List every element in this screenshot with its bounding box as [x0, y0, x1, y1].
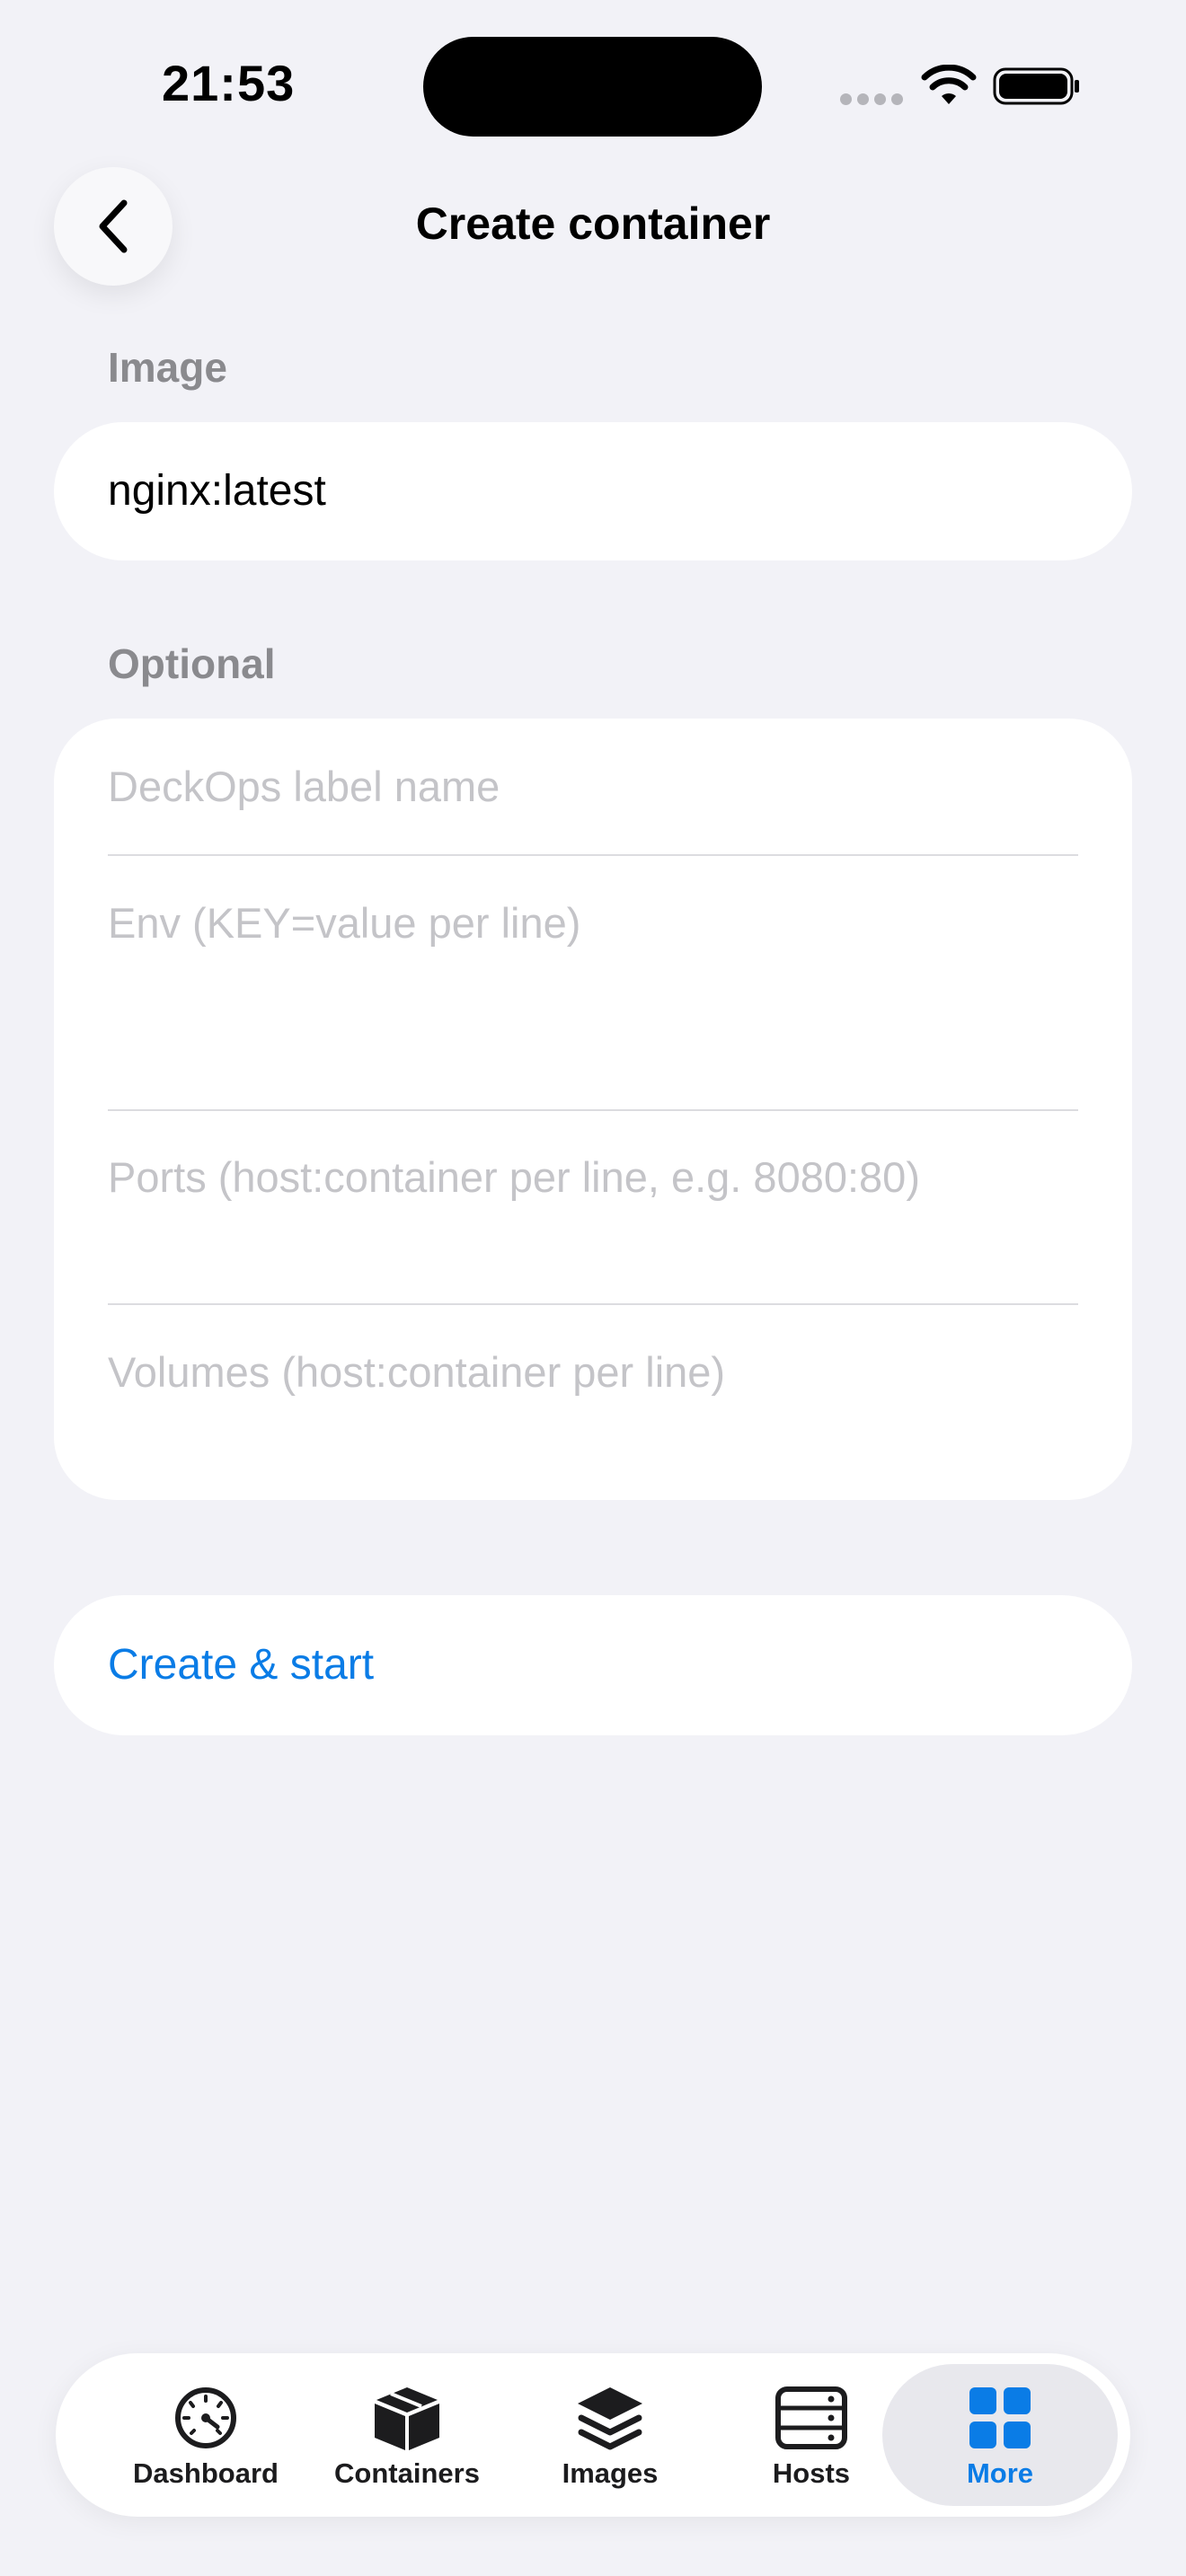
- tab-label: Images: [562, 2457, 659, 2489]
- grid-icon: [969, 2387, 1031, 2448]
- status-time: 21:53: [162, 55, 296, 111]
- optional-fields-card: DeckOps label name Env (KEY=value per li…: [54, 719, 1132, 1500]
- tab-label: Hosts: [772, 2457, 851, 2489]
- tab-images[interactable]: Images: [509, 2353, 712, 2517]
- tab-more[interactable]: More: [882, 2364, 1118, 2506]
- battery-icon: [993, 67, 1079, 105]
- gauge-icon: [175, 2387, 236, 2448]
- tab-label: Dashboard: [133, 2457, 279, 2489]
- divider: [108, 1109, 1078, 1111]
- env-field[interactable]: Env (KEY=value per line): [108, 898, 580, 948]
- image-section-header: Image: [108, 344, 227, 391]
- create-start-button[interactable]: Create & start: [54, 1595, 1132, 1735]
- optional-section-header: Optional: [108, 640, 276, 687]
- create-start-label: Create & start: [108, 1641, 375, 1689]
- dynamic-island: [423, 37, 762, 137]
- divider: [108, 1303, 1078, 1305]
- page-title: Create container: [415, 198, 771, 249]
- image-input-value: nginx:latest: [108, 467, 326, 515]
- server-icon: [775, 2386, 847, 2449]
- volumes-field[interactable]: Volumes (host:container per line): [108, 1347, 725, 1397]
- box-icon: [375, 2387, 439, 2450]
- divider: [108, 854, 1078, 856]
- tab-containers[interactable]: Containers: [305, 2353, 509, 2517]
- wifi-icon: [921, 65, 977, 104]
- layers-icon: [578, 2387, 642, 2450]
- image-input[interactable]: nginx:latest: [54, 422, 1132, 560]
- tab-dashboard[interactable]: Dashboard: [104, 2353, 307, 2517]
- tab-label: Containers: [334, 2457, 480, 2489]
- cellular-signal-icon: [840, 93, 903, 106]
- ports-field[interactable]: Ports (host:container per line, e.g. 808…: [108, 1152, 920, 1202]
- tab-bar: Dashboard Containers Images Hosts More: [56, 2353, 1130, 2517]
- label-name-field[interactable]: DeckOps label name: [108, 762, 500, 811]
- tab-label: More: [966, 2457, 1034, 2489]
